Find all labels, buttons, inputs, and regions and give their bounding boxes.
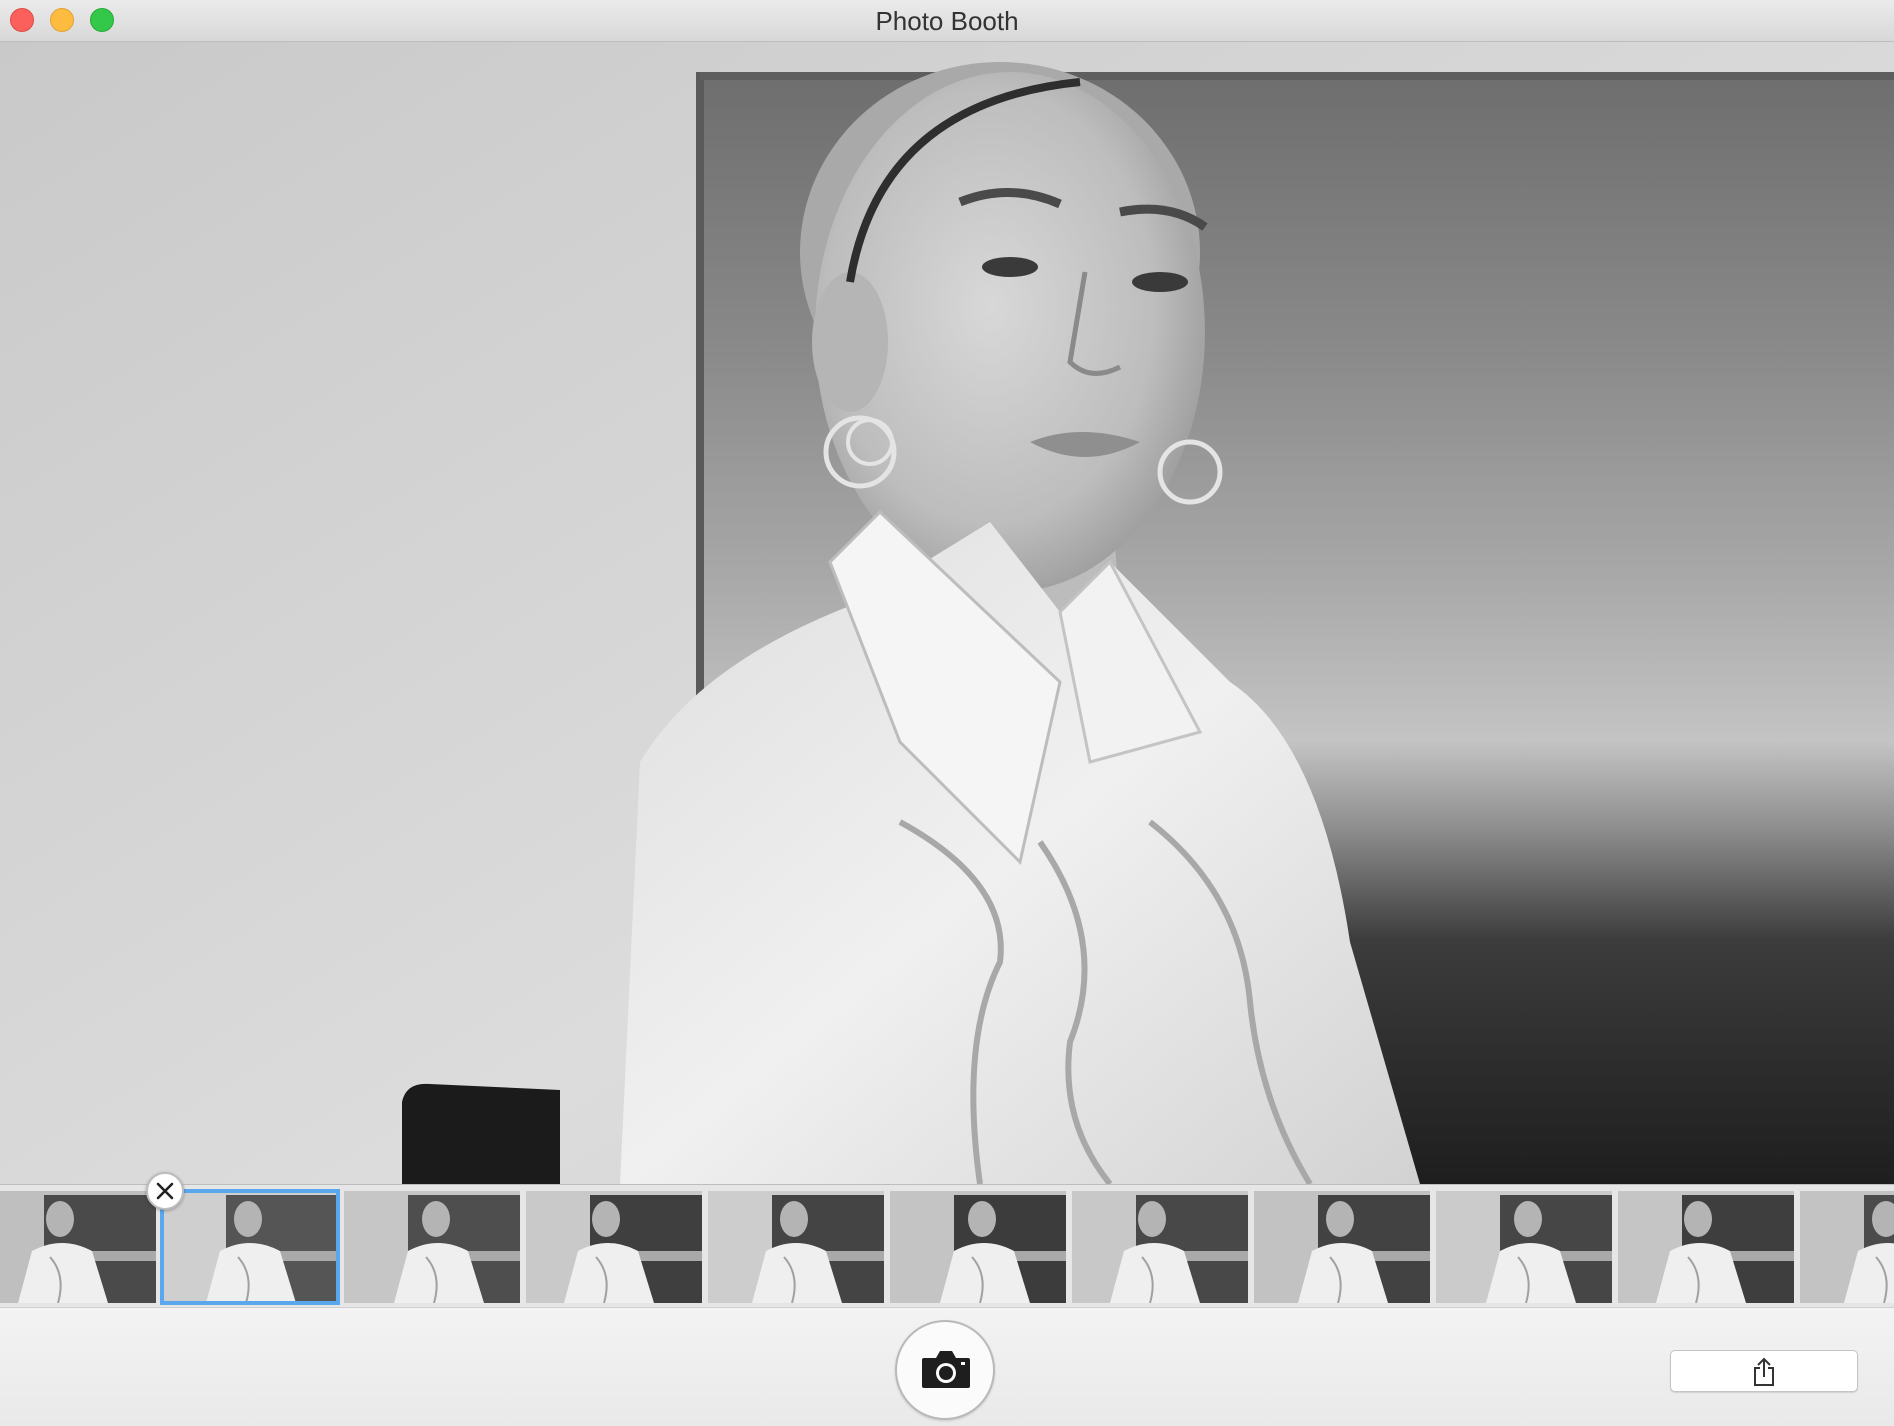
filmstrip-thumbnail[interactable] [1072,1191,1248,1303]
filmstrip-thumbnail[interactable] [708,1191,884,1303]
filmstrip [0,1184,1894,1308]
filmstrip-thumbnail[interactable] [344,1191,520,1303]
window-title: Photo Booth [875,6,1019,36]
share-icon [1754,1357,1774,1386]
delete-thumbnail-button[interactable] [146,1172,184,1210]
photo-booth-window: Photo Booth [0,0,1894,1426]
filmstrip-thumbnail[interactable] [1436,1191,1612,1303]
filmstrip-thumbnail[interactable] [1618,1191,1794,1303]
filmstrip-thumbnail[interactable] [890,1191,1066,1303]
camera-icon [922,1351,970,1388]
filmstrip-thumbnail[interactable] [160,1189,340,1305]
filmstrip-thumbnail[interactable] [1800,1191,1894,1303]
filmstrip-thumbnail[interactable] [1254,1191,1430,1303]
filmstrip-thumbnail[interactable] [0,1191,156,1303]
share-button[interactable] [1670,1350,1858,1392]
close-icon [156,1182,174,1200]
bottom-toolbar [0,1308,1894,1426]
filmstrip-thumbnail[interactable] [526,1191,702,1303]
title-bar: Photo Booth [0,0,1894,42]
take-photo-button[interactable] [895,1320,995,1420]
camera-preview [0,42,1894,1184]
preview-image [0,42,1894,1184]
